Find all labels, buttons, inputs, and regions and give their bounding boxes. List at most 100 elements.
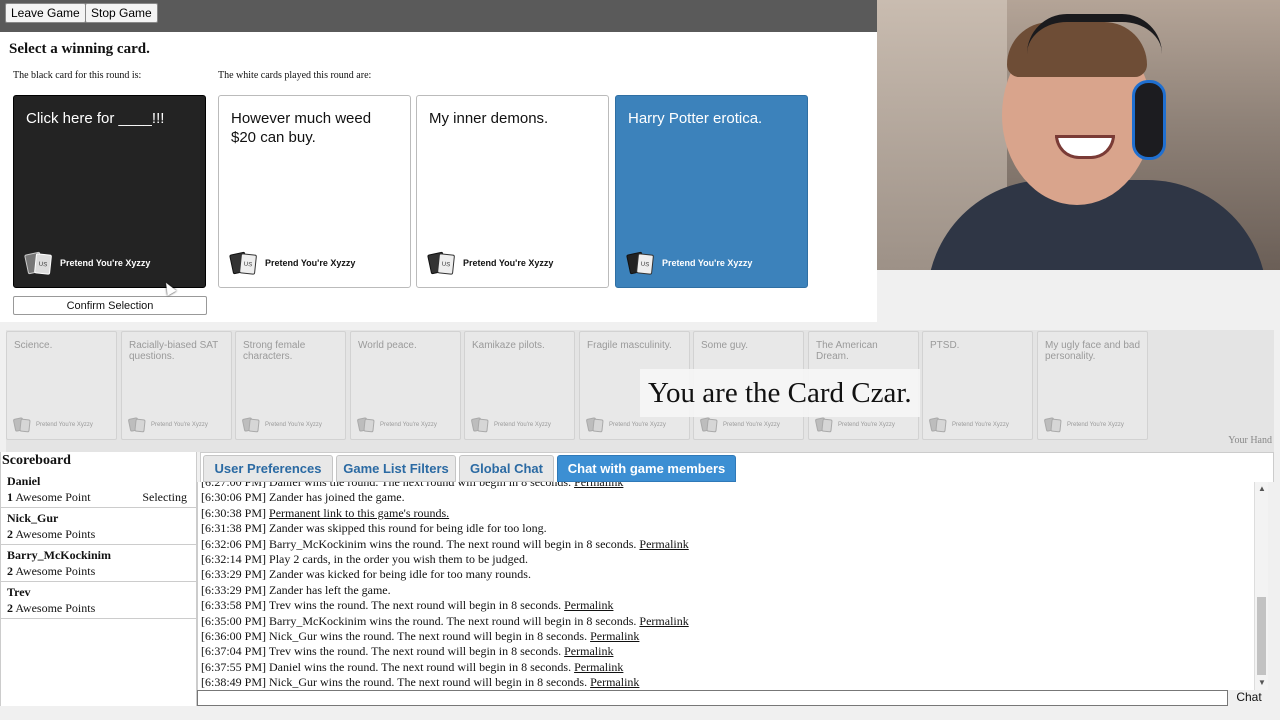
card-brand: Pretend You're Xyzzy: [662, 258, 753, 268]
chat-line: [6:37:55 PM] Daniel wins the round. The …: [201, 660, 689, 675]
cards-logo-icon: US: [229, 251, 259, 275]
stop-game-button[interactable]: Stop Game: [85, 3, 158, 23]
chat-timestamp: [6:32:06 PM]: [201, 536, 267, 551]
card-footer: Pretend You're Xyzzy: [699, 417, 780, 433]
scroll-thumb[interactable]: [1257, 597, 1266, 675]
white-card-selected[interactable]: Harry Potter erotica. US Pretend You're …: [615, 95, 808, 288]
hand-card-text: Science.: [14, 340, 53, 351]
white-card[interactable]: My inner demons. US Pretend You're Xyzzy: [416, 95, 609, 288]
chat-line: [6:31:38 PM] Zander was skipped this rou…: [201, 521, 689, 536]
chat-input[interactable]: [197, 690, 1228, 706]
black-card[interactable]: Click here for ____!!! US Pretend You're…: [13, 95, 206, 288]
chat-permalink[interactable]: Permanent link to this game's rounds.: [269, 506, 449, 520]
hand-card[interactable]: Racially-biased SAT questions. Pretend Yo…: [121, 331, 232, 440]
player-name: Barry_McKockinim: [7, 548, 111, 562]
chat-text: Zander was skipped this round for being …: [269, 521, 547, 536]
hand-card-text: PTSD.: [930, 340, 960, 351]
card-footer: Pretend You're Xyzzy: [814, 417, 895, 433]
chat-permalink[interactable]: Permalink: [564, 598, 613, 612]
chat-send-button[interactable]: Chat: [1229, 690, 1269, 706]
hand-card[interactable]: Kamikaze pilots. Pretend You're Xyzzy: [464, 331, 575, 440]
card-brand: Pretend You're Xyzzy: [265, 421, 322, 428]
hand-card[interactable]: Science. Pretend You're Xyzzy: [6, 331, 117, 440]
scroll-up-icon[interactable]: ▲: [1258, 484, 1266, 493]
chat-timestamp: [6:27:00 PM]: [201, 482, 267, 489]
card-footer: Pretend You're Xyzzy: [928, 417, 1009, 433]
player-name: Nick_Gur: [7, 511, 59, 525]
hand-card-text: My ugly face and bad personality.: [1045, 340, 1141, 362]
leave-game-button[interactable]: Leave Game: [5, 3, 86, 23]
chat-timestamp: [6:31:38 PM]: [201, 521, 267, 536]
play-area: Select a winning card. The black card fo…: [0, 32, 877, 322]
card-brand: Pretend You're Xyzzy: [380, 421, 437, 428]
chat-text: Zander has left the game.: [269, 582, 391, 597]
chat-permalink[interactable]: Permalink: [639, 537, 688, 551]
hand-card[interactable]: PTSD. Pretend You're Xyzzy: [922, 331, 1033, 440]
round-heading: Select a winning card.: [9, 41, 150, 57]
cards-logo-icon: [470, 417, 490, 433]
confirm-selection-button[interactable]: Confirm Selection: [13, 296, 207, 315]
chat-permalink[interactable]: Permalink: [590, 675, 639, 689]
card-footer: Pretend You're Xyzzy: [470, 417, 551, 433]
chat-permalink[interactable]: Permalink: [639, 614, 688, 628]
card-czar-message: You are the Card Czar.: [640, 369, 920, 417]
chat-timestamp: [6:33:29 PM]: [201, 582, 267, 597]
cards-logo-icon: [241, 417, 261, 433]
hand-card[interactable]: World peace. Pretend You're Xyzzy: [350, 331, 461, 440]
tab-user-preferences[interactable]: User Preferences: [203, 455, 333, 482]
player-name: Daniel: [7, 474, 41, 488]
tab-global-chat[interactable]: Global Chat: [459, 455, 554, 482]
chat-text: Nick_Gur wins the round. The next round …: [269, 675, 588, 690]
player-score: 1 Awesome Point: [7, 490, 91, 504]
chat-line: [6:32:06 PM] Barry_McKockinim wins the r…: [201, 537, 689, 552]
tab-chat-game-members[interactable]: Chat with game members: [557, 455, 736, 482]
chat-log[interactable]: [6:27:00 PM] Daniel wins the round. The …: [197, 482, 1268, 690]
player-name: Trev: [7, 585, 31, 599]
chat-line: [6:33:58 PM] Trev wins the round. The ne…: [201, 598, 689, 613]
chat-line: [6:35:00 PM] Barry_McKockinim wins the r…: [201, 614, 689, 629]
chat-permalink[interactable]: Permalink: [574, 482, 623, 489]
chat-text: Trev wins the round. The next round will…: [268, 644, 562, 659]
chat-line: [6:27:00 PM] Daniel wins the round. The …: [201, 482, 689, 490]
card-footer: US Pretend You're Xyzzy: [626, 251, 753, 275]
chat-permalink[interactable]: Permalink: [574, 660, 623, 674]
chat-timestamp: [6:30:06 PM]: [201, 490, 267, 505]
scroll-down-icon[interactable]: ▼: [1258, 678, 1266, 687]
chat-text: Daniel wins the round. The next round wi…: [269, 482, 572, 489]
hand-card[interactable]: My ugly face and bad personality. Pretend…: [1037, 331, 1148, 440]
hand-card[interactable]: Strong female characters. Pretend You're …: [235, 331, 346, 440]
card-brand: Pretend You're Xyzzy: [723, 421, 780, 428]
white-card-text: My inner demons.: [429, 110, 549, 127]
white-card-text: Harry Potter erotica.: [628, 110, 763, 127]
chat-text: Daniel wins the round. The next round wi…: [269, 659, 572, 674]
white-card[interactable]: However much weed $20 can buy. US Preten…: [218, 95, 411, 288]
hand-card-text: World peace.: [358, 340, 417, 351]
black-card-label: The black card for this round is:: [13, 70, 142, 81]
card-footer: Pretend You're Xyzzy: [585, 417, 666, 433]
chat-text: Play 2 cards, in the order you wish them…: [269, 551, 528, 566]
player-score: 2 Awesome Points: [7, 564, 96, 578]
hand-card-text: The American Dream.: [816, 340, 878, 362]
chat-permalink[interactable]: Permalink: [564, 644, 613, 658]
card-footer: Pretend You're Xyzzy: [356, 417, 437, 433]
card-brand: Pretend You're Xyzzy: [494, 421, 551, 428]
cards-logo-icon: US: [427, 251, 457, 275]
player-score: 2 Awesome Points: [7, 601, 96, 615]
card-brand: Pretend You're Xyzzy: [609, 421, 666, 428]
scoreboard: Scoreboard Daniel 1 Awesome Point Select…: [0, 452, 197, 706]
hand-card-text: Some guy.: [701, 340, 749, 351]
cards-logo-icon: [12, 417, 32, 433]
chat-permalink[interactable]: Permalink: [590, 629, 639, 643]
your-hand-label: Your Hand: [1228, 435, 1272, 446]
card-footer: US Pretend You're Xyzzy: [427, 251, 553, 275]
card-brand: Pretend You're Xyzzy: [60, 258, 151, 268]
chat-text: Zander has joined the game.: [269, 490, 405, 505]
chat-scrollbar[interactable]: ▲ ▼: [1254, 482, 1268, 690]
tab-game-list-filters[interactable]: Game List Filters: [336, 455, 456, 482]
card-footer: US Pretend You're Xyzzy: [229, 251, 355, 275]
chat-text: Barry_McKockinim wins the round. The nex…: [269, 613, 637, 628]
player-row: Trev 2 Awesome Points: [1, 583, 197, 619]
game-toolbar: Leave Game Stop Game: [0, 0, 877, 32]
cards-logo-icon: [1043, 417, 1063, 433]
white-card-text: However much weed $20 can buy.: [231, 110, 372, 146]
